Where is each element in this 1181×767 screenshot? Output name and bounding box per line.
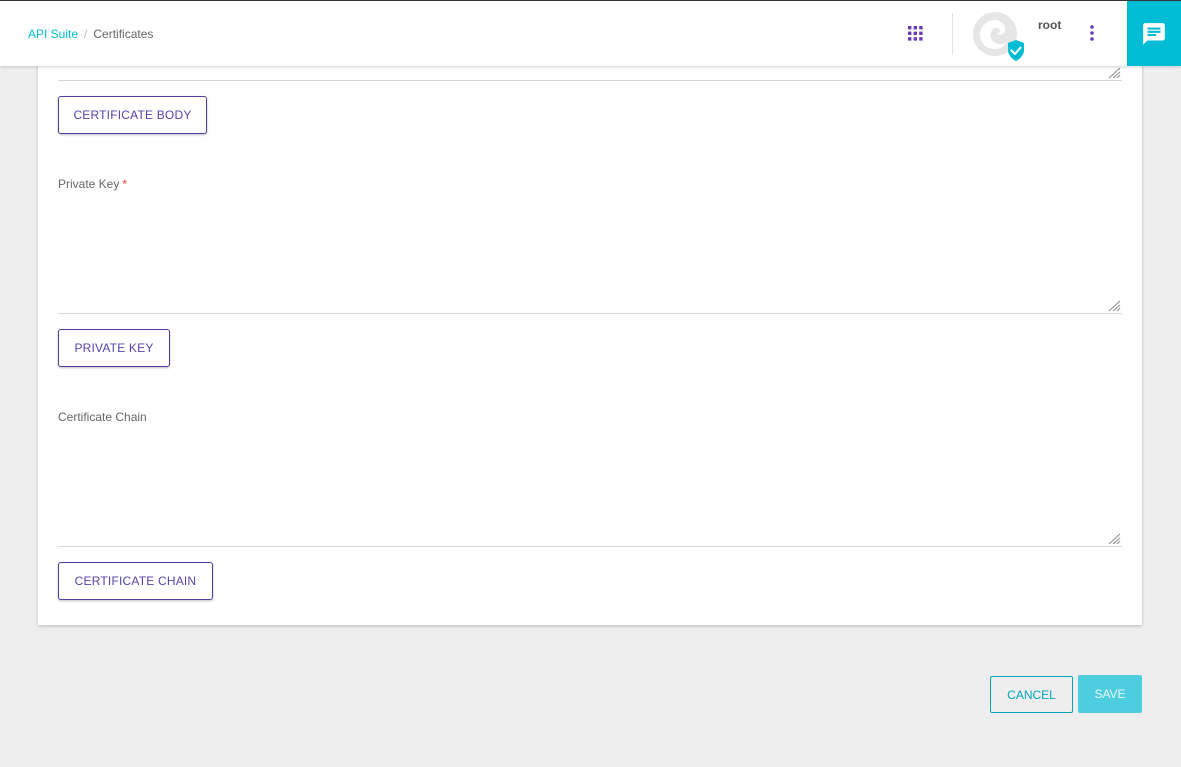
resize-handle-icon[interactable] [1107,300,1121,312]
chat-button[interactable] [1127,1,1181,66]
certificate-chain-button[interactable]: CERTIFICATE CHAIN [58,562,213,600]
resize-handle-icon[interactable] [1107,533,1121,545]
certificate-chain-label: Certificate Chain [58,410,147,424]
certificate-body-button[interactable]: CERTIFICATE BODY [58,96,207,134]
breadcrumb-separator: / [84,27,88,41]
certificate-body-underline [58,80,1122,81]
certificate-body-textarea[interactable] [58,66,1122,80]
private-key-textarea[interactable] [58,200,1122,313]
save-button[interactable]: SAVE [1078,675,1142,713]
private-key-label: Private Key * [58,177,127,191]
apps-grid-icon[interactable] [908,26,923,41]
certificate-form-card: CERTIFICATE BODY Private Key * PRIVATE KE… [38,40,1142,625]
cancel-button[interactable]: CANCEL [990,676,1073,713]
required-mark: * [122,177,128,191]
more-vert-icon[interactable] [1086,24,1098,42]
header-divider [952,13,953,55]
breadcrumb-current: Certificates [93,27,154,41]
private-key-underline [58,313,1122,314]
resize-handle-icon[interactable] [1107,67,1121,79]
user-avatar[interactable] [972,12,1024,61]
top-bar: API Suite / Certificates root [0,0,1181,66]
breadcrumb: API Suite / Certificates [28,27,153,41]
private-key-button[interactable]: PRIVATE KEY [58,329,170,367]
breadcrumb-api-suite[interactable]: API Suite [28,27,78,41]
username: root [1038,18,1062,32]
chat-icon [1143,22,1165,45]
verified-shield-icon [1008,40,1024,61]
certificate-chain-textarea[interactable] [58,433,1122,546]
certificate-chain-underline [58,546,1122,547]
private-key-label-text: Private Key [58,177,120,191]
